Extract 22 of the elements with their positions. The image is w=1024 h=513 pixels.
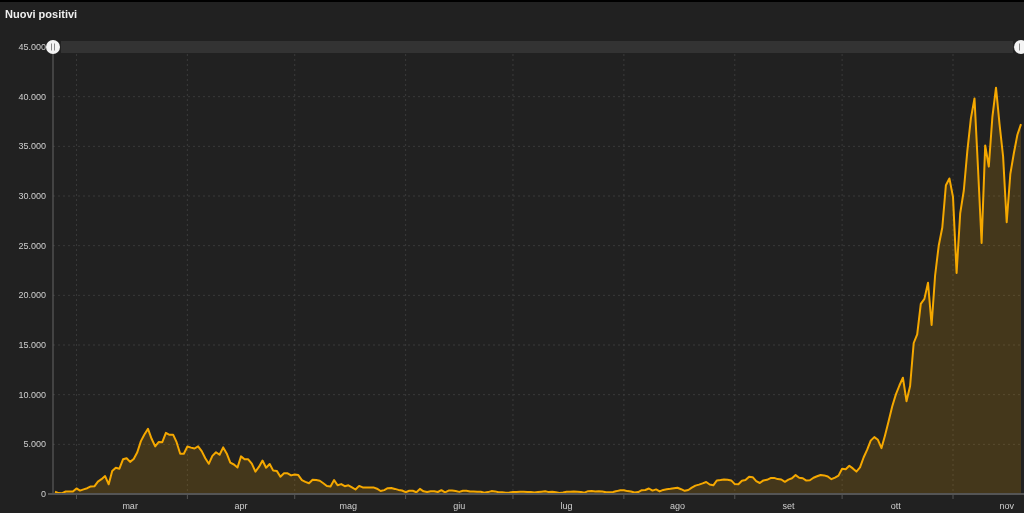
axis-label: set — [782, 501, 795, 511]
axis-label: ott — [890, 501, 901, 511]
slider-handle[interactable] — [1014, 40, 1024, 54]
axis-label: apr — [234, 501, 248, 511]
axis-label: 35.000 — [18, 141, 46, 152]
axis-label: 0 — [41, 489, 46, 499]
axis-label: 40.000 — [18, 91, 46, 102]
axis-label: 25.000 — [18, 240, 46, 251]
axis-label: 5.000 — [23, 439, 46, 450]
axis-label: mar — [122, 501, 138, 511]
axis-label: lug — [560, 501, 573, 511]
axis-label: ago — [670, 501, 686, 511]
chart-title: Nuovi positivi — [4, 7, 79, 22]
axis-label: nov — [999, 501, 1014, 511]
axis-label: 30.000 — [18, 191, 46, 201]
axis-label: giu — [453, 501, 466, 511]
axis-label: mag — [339, 501, 358, 511]
slider-handle[interactable] — [46, 40, 60, 54]
axis-label: 10.000 — [18, 389, 46, 400]
axis-label: 15.000 — [18, 340, 46, 350]
axis-label: 20.000 — [18, 290, 46, 301]
axis-label: 45.000 — [18, 42, 46, 52]
